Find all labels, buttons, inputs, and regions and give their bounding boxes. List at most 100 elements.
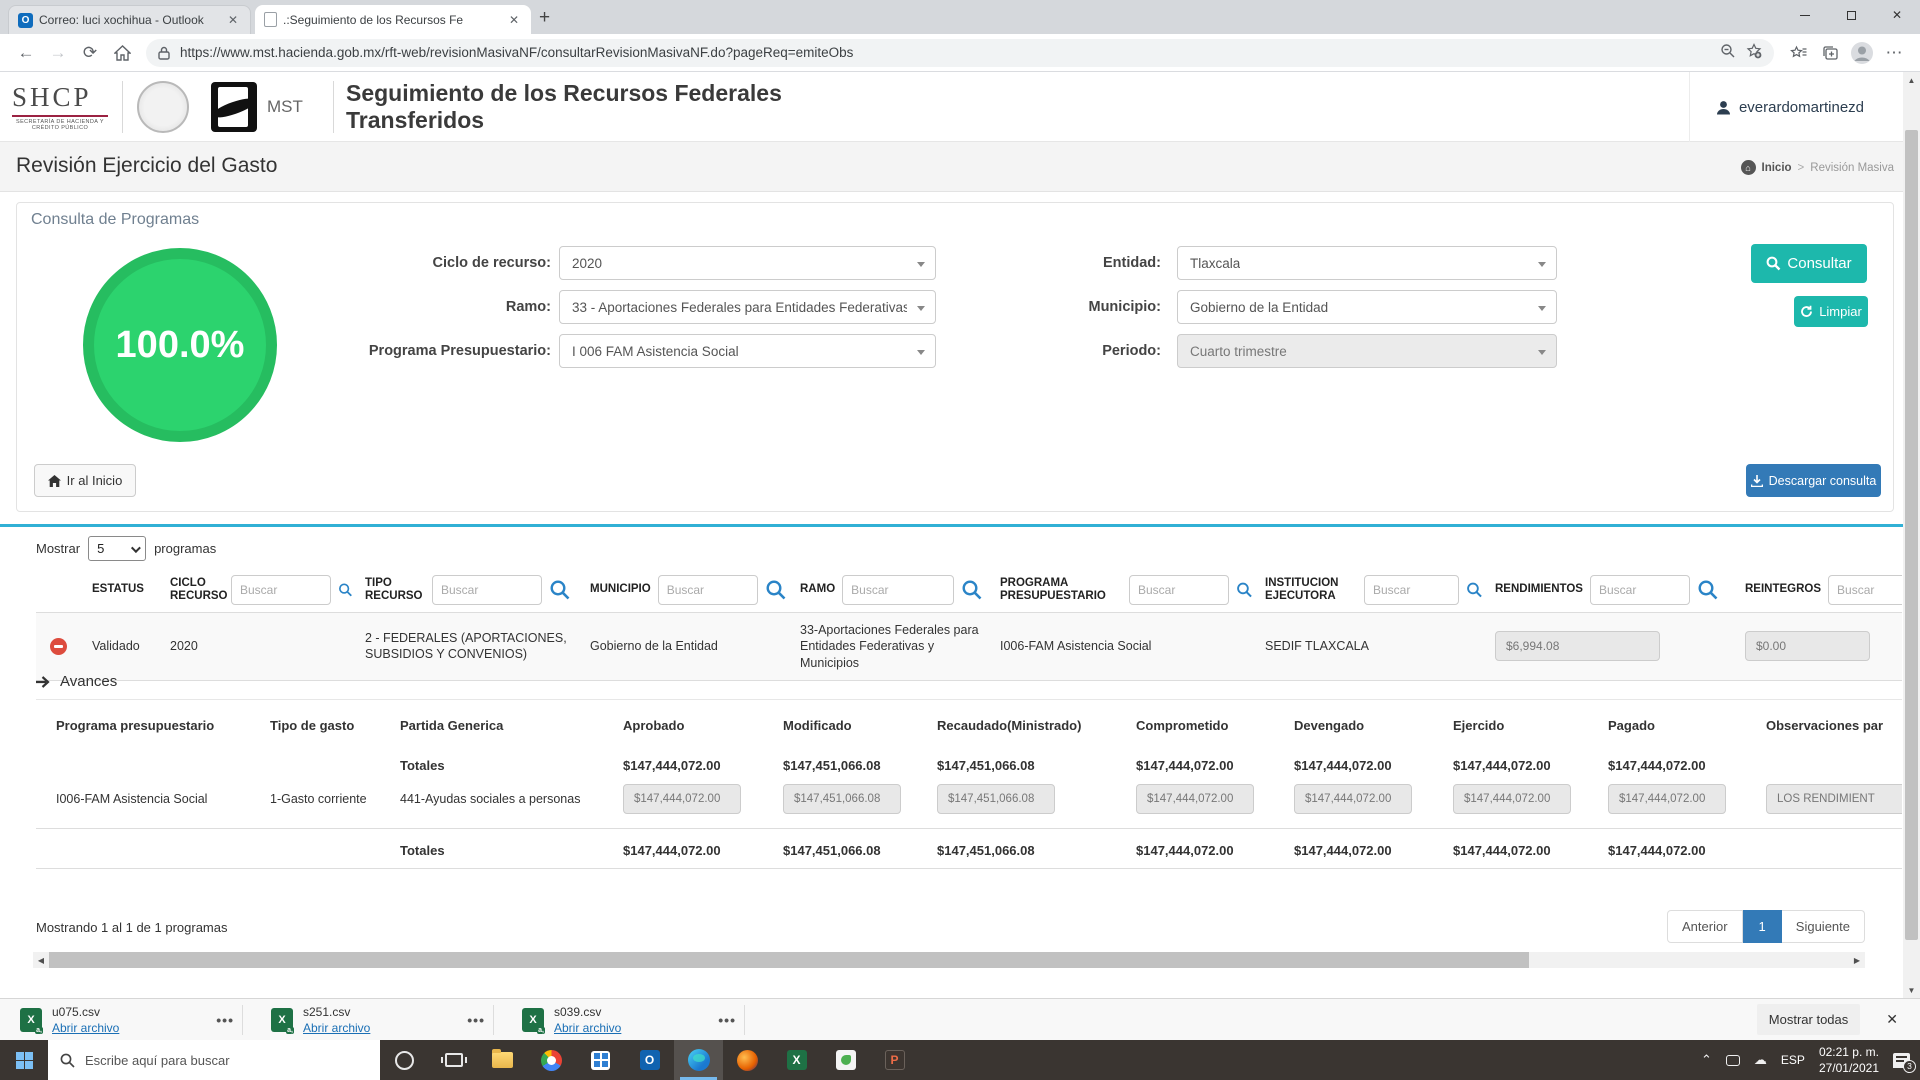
scroll-left-icon[interactable]: ◀ — [33, 952, 49, 968]
open-file-link[interactable]: Abrir archivo — [554, 1021, 621, 1035]
modificado-box: $147,451,066.08 — [783, 784, 901, 814]
tray-chevron-icon[interactable]: ⌃ — [1701, 1052, 1712, 1068]
avances-totales-bottom: Totales $147,444,072.00 $147,451,066.08 … — [36, 839, 1902, 869]
edge-button-active[interactable] — [674, 1040, 723, 1080]
vertical-scrollbar-thumb[interactable] — [1905, 130, 1918, 940]
horizontal-scrollbar-thumb[interactable] — [49, 952, 1529, 968]
search-tipo-input[interactable] — [432, 575, 542, 605]
favorites-icon[interactable] — [1782, 37, 1814, 69]
url-bar[interactable]: https://www.mst.hacienda.gob.mx/rft-web/… — [146, 39, 1774, 67]
open-file-link[interactable]: Abrir archivo — [303, 1021, 370, 1035]
descargar-consulta-button[interactable]: Descargar consulta — [1746, 464, 1881, 497]
limpiar-button[interactable]: Limpiar — [1794, 296, 1868, 327]
window-close-button[interactable]: ✕ — [1874, 0, 1920, 30]
outlook-button[interactable]: O — [625, 1040, 674, 1080]
open-file-link[interactable]: Abrir archivo — [52, 1021, 119, 1035]
scroll-up-icon[interactable]: ▲ — [1903, 72, 1920, 88]
collections-icon[interactable] — [1814, 37, 1846, 69]
firefox-button[interactable] — [723, 1040, 772, 1080]
periodo-select: Cuarto trimestre — [1177, 334, 1557, 368]
home-icon[interactable] — [106, 37, 138, 69]
download-more-icon[interactable]: ••• — [467, 1012, 485, 1028]
search-icon[interactable] — [549, 579, 571, 601]
page-size-select[interactable]: 5 — [88, 536, 146, 561]
back-icon[interactable]: ← — [10, 37, 42, 69]
search-municipio-input[interactable] — [658, 575, 758, 605]
programa-select[interactable]: I 006 FAM Asistencia Social — [559, 334, 936, 368]
browser-nav-bar: ← → ⟳ https://www.mst.hacienda.gob.mx/rf… — [0, 34, 1920, 72]
clock[interactable]: 02:21 p. m. 27/01/2021 — [1819, 1044, 1879, 1076]
ciclo-select[interactable]: 2020 — [559, 246, 936, 280]
mostrar-todas-button[interactable]: Mostrar todas — [1757, 1004, 1860, 1035]
store-button[interactable] — [576, 1040, 625, 1080]
add-favorite-icon[interactable] — [1746, 43, 1762, 62]
search-ramo-input[interactable] — [842, 575, 954, 605]
window-minimize-button[interactable] — [1782, 0, 1828, 30]
download-more-icon[interactable]: ••• — [718, 1012, 736, 1028]
search-icon[interactable] — [338, 579, 353, 601]
scroll-right-icon[interactable]: ▶ — [1849, 952, 1865, 968]
anterior-button[interactable]: Anterior — [1667, 910, 1743, 943]
window-maximize-button[interactable] — [1828, 0, 1874, 30]
close-downloads-icon[interactable]: ✕ — [1886, 1011, 1898, 1028]
powerpoint-icon: P — [885, 1050, 905, 1070]
breadcrumb-home-icon[interactable]: ⌂ — [1741, 160, 1756, 175]
entidad-select[interactable]: Tlaxcala — [1177, 246, 1557, 280]
onedrive-cloud-icon[interactable]: ☁ — [1754, 1052, 1767, 1068]
notification-center-icon[interactable]: 3 — [1893, 1053, 1910, 1068]
chrome-button[interactable] — [527, 1040, 576, 1080]
divider — [242, 1005, 243, 1035]
green-leaf-app-button[interactable] — [821, 1040, 870, 1080]
search-reintegros-input[interactable] — [1828, 575, 1902, 605]
taskbar-search[interactable]: Escribe aquí para buscar — [48, 1040, 380, 1080]
municipio-select[interactable]: Gobierno de la Entidad — [1177, 290, 1557, 324]
scroll-down-icon[interactable]: ▼ — [1903, 982, 1920, 998]
search-institucion-input[interactable] — [1364, 575, 1459, 605]
cortana-button[interactable] — [380, 1040, 429, 1080]
ramo-select[interactable]: 33 - Aportaciones Federales para Entidad… — [559, 290, 936, 324]
cell-programa: I006-FAM Asistencia Social — [56, 792, 270, 806]
excel-button[interactable]: X — [772, 1040, 821, 1080]
download-more-icon[interactable]: ••• — [216, 1012, 234, 1028]
download-item[interactable]: X u075.csv Abrir archivo ••• — [0, 1005, 234, 1035]
search-programa-input[interactable] — [1129, 575, 1229, 605]
profile-avatar-icon[interactable] — [1846, 37, 1878, 69]
search-icon[interactable] — [1697, 579, 1719, 601]
breadcrumb-inicio-link[interactable]: Inicio — [1762, 162, 1792, 174]
totales-label: Totales — [400, 843, 623, 858]
ejercido-box: $147,444,072.00 — [1453, 784, 1571, 814]
ir-al-inicio-button[interactable]: Ir al Inicio — [34, 464, 136, 497]
horizontal-scrollbar[interactable]: ◀ ▶ — [33, 952, 1865, 968]
row-expand-icon[interactable] — [50, 638, 67, 655]
tray-capture-icon[interactable] — [1726, 1055, 1740, 1066]
refresh-icon[interactable]: ⟳ — [74, 37, 106, 69]
search-icon[interactable] — [961, 579, 983, 601]
vertical-scrollbar[interactable]: ▲ ▼ — [1903, 72, 1920, 998]
language-indicator[interactable]: ESP — [1781, 1053, 1805, 1067]
siguiente-button[interactable]: Siguiente — [1782, 910, 1865, 943]
file-explorer-button[interactable] — [478, 1040, 527, 1080]
download-item[interactable]: X s251.csv Abrir archivo ••• — [251, 1005, 485, 1035]
browser-menu-icon[interactable]: ⋯ — [1878, 37, 1910, 69]
search-icon[interactable] — [765, 579, 787, 601]
search-icon[interactable] — [1236, 579, 1253, 601]
tab-close-icon[interactable]: ✕ — [506, 13, 522, 27]
task-view-button[interactable] — [429, 1040, 478, 1080]
search-icon[interactable] — [1466, 579, 1483, 601]
tab-seguimiento[interactable]: .:Seguimiento de los Recursos Fe ✕ — [255, 5, 531, 34]
page-1-button[interactable]: 1 — [1743, 910, 1782, 943]
municipio-label: Municipio: — [941, 290, 1161, 324]
download-item[interactable]: X s039.csv Abrir archivo ••• — [502, 1005, 736, 1035]
zoom-out-icon[interactable] — [1720, 43, 1736, 62]
powerpoint-button[interactable]: P — [870, 1040, 919, 1080]
forward-icon[interactable]: → — [42, 37, 74, 69]
col-programa-presupuestario: PROGRAMA PRESUPUESTARIO — [1000, 577, 1122, 603]
search-ciclo-input[interactable] — [231, 575, 331, 605]
new-tab-button[interactable]: + — [539, 6, 550, 30]
user-menu[interactable]: everardomartinezd — [1689, 72, 1890, 142]
start-button[interactable] — [0, 1040, 48, 1080]
tab-outlook[interactable]: O Correo: luci xochihua - Outlook ✕ — [8, 5, 251, 34]
tab-close-icon[interactable]: ✕ — [225, 13, 241, 27]
search-rendimientos-input[interactable] — [1590, 575, 1690, 605]
consultar-button[interactable]: Consultar — [1751, 244, 1867, 283]
